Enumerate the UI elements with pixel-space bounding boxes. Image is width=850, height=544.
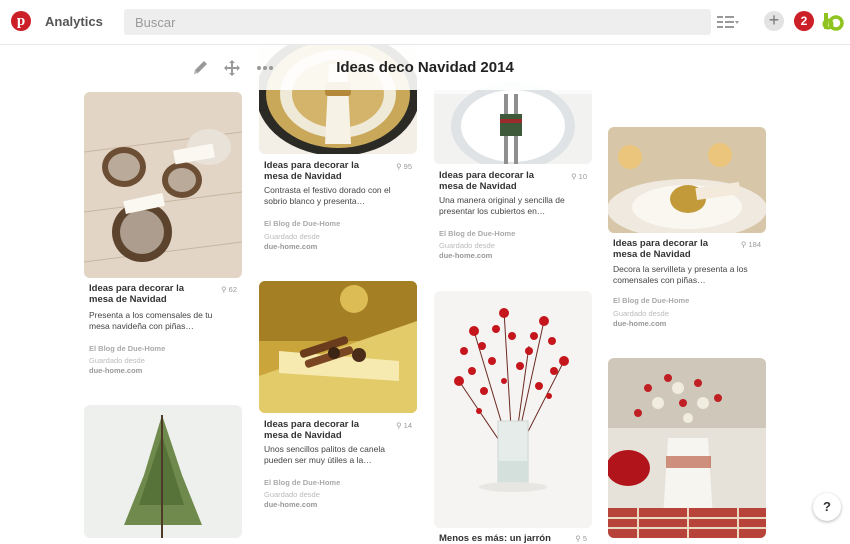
pin-saved-from: Guardado desde due-home.com (264, 490, 320, 509)
pin-icon: ⚲ (396, 421, 404, 430)
pin-card[interactable]: Menos es más: un jarrón ⚲ 5 (434, 291, 592, 544)
pin-title: Ideas para decorar la mesa de Navidad (89, 283, 185, 305)
pin-description: Unos sencillos palitos de canela pueden … (264, 444, 385, 465)
pin-image[interactable] (434, 291, 592, 528)
pin-source-link[interactable]: due-home.com (264, 242, 317, 251)
pin-board-link[interactable]: El Blog de Due-Home (89, 344, 165, 353)
board-header: Ideas deco Navidad 2014 (0, 44, 850, 90)
pin-title: Ideas para decorar la mesa de Navidad (439, 170, 535, 192)
pin-board-link[interactable]: El Blog de Due-Home (613, 296, 689, 305)
pinterest-logo-icon[interactable]: p (11, 11, 31, 31)
pin-card[interactable]: Ideas para decorar la mesa de Navidad ⚲ … (608, 127, 766, 337)
pin-source-link[interactable]: due-home.com (439, 251, 492, 260)
pin-icon: ⚲ (221, 285, 229, 294)
pin-saved-from: Guardado desde due-home.com (89, 356, 145, 375)
pin-board-link[interactable]: El Blog de Due-Home (439, 229, 515, 238)
pin-source-link[interactable]: due-home.com (89, 366, 142, 375)
pin-description: Decora la servilleta y presenta a los co… (613, 264, 748, 285)
pin-image[interactable] (608, 127, 766, 233)
pin-title: Ideas para decorar la mesa de Navidad (264, 419, 360, 441)
pin-description: Presenta a los comensales de tu mesa nav… (89, 310, 213, 331)
help-icon[interactable]: ? (813, 493, 841, 521)
pin-image[interactable] (84, 405, 242, 538)
more-icon[interactable] (256, 59, 274, 77)
pin-description: Contrasta el festivo dorado con el sobri… (264, 185, 391, 206)
notification-icon[interactable]: 2 (794, 11, 814, 31)
pin-image[interactable] (84, 92, 242, 278)
plus-icon[interactable]: + (764, 11, 784, 31)
list-view-icon[interactable] (717, 15, 739, 29)
pin-saved-from: Guardado desde due-home.com (613, 309, 669, 328)
pin-image[interactable] (608, 358, 766, 538)
pin-saved-from: Guardado desde due-home.com (264, 232, 320, 251)
pin-icon: ⚲ (575, 534, 583, 543)
pin-card[interactable] (84, 405, 242, 538)
top-navigation-bar: p Analytics + 2 (0, 0, 850, 45)
board-title: Ideas deco Navidad 2014 (336, 59, 514, 76)
pin-title: Ideas para decorar la mesa de Navidad (264, 160, 360, 182)
repin-count: ⚲ 95 (396, 162, 412, 171)
pencil-icon[interactable] (191, 59, 209, 77)
pin-icon: ⚲ (396, 162, 404, 171)
pin-title: Ideas para decorar la mesa de Navidad (613, 238, 709, 260)
pin-source-link[interactable]: due-home.com (613, 319, 666, 328)
avatar-icon[interactable] (822, 11, 844, 31)
search-input[interactable] (124, 9, 711, 35)
pin-board-link[interactable]: El Blog de Due-Home (264, 219, 340, 228)
pin-board-link[interactable]: El Blog de Due-Home (264, 478, 340, 487)
repin-count: ⚲ 62 (221, 285, 237, 294)
analytics-link[interactable]: Analytics (45, 14, 103, 29)
pin-title: Menos es más: un jarrón (439, 533, 551, 544)
repin-count: ⚲ 10 (571, 172, 587, 181)
pin-card[interactable]: Ideas para decorar la mesa de Navidad ⚲ … (84, 92, 242, 382)
pin-card[interactable]: Ideas para decorar la mesa de Navidad ⚲ … (259, 281, 417, 511)
pin-description: Una manera original y sencilla de presen… (439, 195, 565, 216)
pin-icon: ⚲ (571, 172, 579, 181)
repin-count: ⚲ 14 (396, 421, 412, 430)
pin-image[interactable] (259, 281, 417, 413)
repin-count: ⚲ 184 (740, 240, 761, 249)
repin-count: ⚲ 5 (575, 534, 587, 543)
pin-saved-from: Guardado desde due-home.com (439, 241, 495, 260)
pin-source-link[interactable]: due-home.com (264, 500, 317, 509)
move-icon[interactable] (223, 59, 241, 77)
pin-card[interactable] (608, 358, 766, 538)
